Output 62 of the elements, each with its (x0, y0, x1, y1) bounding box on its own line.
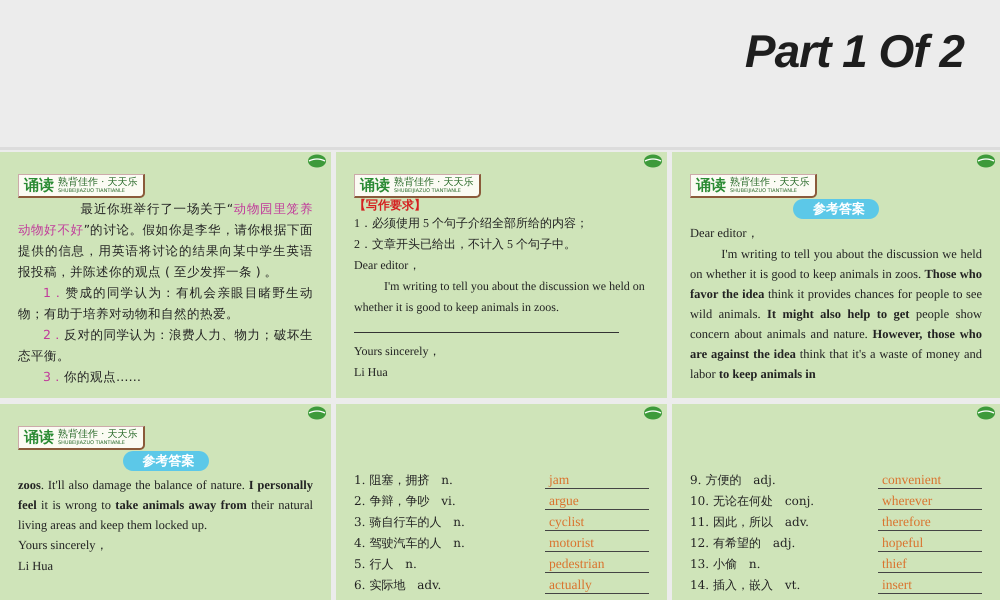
slide-thumbnail[interactable]: 9. 方便的 adj. convenient 10. 无论在何处 conj. wherever 11. 因此，所以 adv. therefore 12. 有希望的 adj. hopeful 13. 小偷 n. thief 14. 插入，嵌入 vt. insert (672, 404, 1000, 600)
text-line: Yours sincerely， (354, 343, 442, 360)
text-line: Li Hua (18, 558, 54, 575)
vocab-answer: motorist (545, 535, 649, 552)
badge-mark: 诵读 (360, 176, 390, 195)
slide-thumbnail[interactable] (336, 152, 667, 398)
vocab-prompt: 5. 行人 n. (354, 556, 417, 573)
vocab-prompt: 1. 阻塞，拥挤 n. (354, 472, 453, 489)
badge-title: 熟背佳作 · 天天乐 (730, 178, 810, 188)
page-title: Part 1 Of 2 (744, 24, 964, 78)
prompt-paragraph: 2．反对的同学认为：浪费人力、物力；破坏生态平衡。 (18, 326, 313, 365)
section-heading: 【写作要求】 (354, 198, 427, 213)
globe-logo-icon (976, 406, 996, 420)
badge-mark: 诵读 (24, 176, 54, 195)
text-line: 1．必须使用 5 个句子介绍全部所给的内容； (354, 215, 589, 232)
vocab-prompt: 9. 方便的 adj. (690, 472, 776, 489)
text-line: Li Hua (354, 364, 389, 381)
vocab-answer: argue (545, 493, 649, 510)
badge-mark: 诵读 (696, 176, 726, 195)
text-line: Yours sincerely， (18, 537, 110, 554)
answer-tag: 参考答案 (793, 199, 879, 219)
vocab-answer: thief (878, 556, 982, 573)
text-line: 2．文章开头已给出，不计入 5 个句子中。 (354, 236, 577, 253)
badge-title: 熟背佳作 · 天天乐 (58, 430, 138, 440)
prompt-paragraph: 1．赞成的同学认为：有机会亲眼目睹野生动物；有助于培养对动物和自然的热爱。 (18, 284, 313, 323)
letter-paragraph: zoos. It'll also damage the balance of nature. I personally feel it is wrong to take animals away from their natural living areas and keep them locked up. (18, 477, 313, 534)
vocab-answer: cyclist (545, 514, 649, 531)
badge-title: 熟背佳作 · 天天乐 (58, 178, 138, 188)
vocab-answer: hopeful (878, 535, 982, 552)
globe-logo-icon (307, 406, 327, 420)
letter-paragraph: I'm writing to tell you about the discussion we held on whether it is good to keep animals in zoos. Those who favor the idea think it provides chances for people to see wild animals. It might also help to get people show concern about animals and nature. However, those who are against the idea think that it's a waste of money and labor to keep animals in (690, 246, 982, 383)
vocab-prompt: 3. 骑自行车的人 n. (354, 514, 465, 531)
slide-thumbnail[interactable] (672, 152, 1000, 398)
globe-logo-icon (307, 154, 327, 168)
vocab-prompt: 12. 有希望的 adj. (690, 535, 796, 552)
letter-paragraph: I'm writing to tell you about the discussion we held on whether it is good to keep animals in zoos. (354, 278, 646, 316)
vocab-prompt: 4. 驾驶汽车的人 n. (354, 535, 465, 552)
prompt-paragraph: 最近你班举行了一场关于“动物园里笼养动物好不好”的讨论。假如你是李华，请你根据下面提供的信息，用英语将讨论的结果向某中学生英语报投稿，并陈述你的观点 ( 至少发挥一条 ) 。 (18, 200, 313, 281)
slide-thumbnail[interactable] (0, 404, 331, 600)
globe-logo-icon (643, 406, 663, 420)
answer-tag: 参考答案 (122, 451, 208, 471)
globe-logo-icon (976, 154, 996, 168)
vocab-answer: insert (878, 577, 982, 594)
prompt-paragraph: 3．你的观点…… (42, 368, 142, 386)
vocab-answer: jam (545, 472, 649, 489)
globe-logo-icon (643, 154, 663, 168)
badge-title: 熟背佳作 · 天天乐 (394, 178, 474, 188)
text-line: Dear editor， (690, 225, 761, 242)
vocab-prompt: 11. 因此，所以 adv. (690, 514, 809, 531)
vocab-answer: wherever (878, 493, 982, 510)
vocab-answer: therefore (878, 514, 982, 531)
text-line: Dear editor， (354, 257, 422, 274)
badge-mark: 诵读 (24, 428, 54, 447)
vocab-answer: convenient (878, 472, 982, 489)
vocab-prompt: 13. 小偷 n. (690, 556, 760, 573)
vocab-prompt: 6. 实际地 adv. (354, 577, 442, 594)
vocab-prompt: 14. 插入，嵌入 vt. (690, 577, 800, 594)
vocab-answer: pedestrian (545, 556, 649, 573)
slide-thumbnail[interactable]: 1. 阻塞，拥挤 n. jam 2. 争辩，争吵 vi. argue 3. 骑自行车的人 n. cyclist 4. 驾驶汽车的人 n. motorist 5. 行人 n. pedestrian 6. 实际地 adv. actually (336, 404, 667, 600)
vocab-answer: actually (545, 577, 649, 594)
vocab-prompt: 10. 无论在何处 conj. (690, 493, 814, 510)
vocab-prompt: 2. 争辩，争吵 vi. (354, 493, 456, 510)
